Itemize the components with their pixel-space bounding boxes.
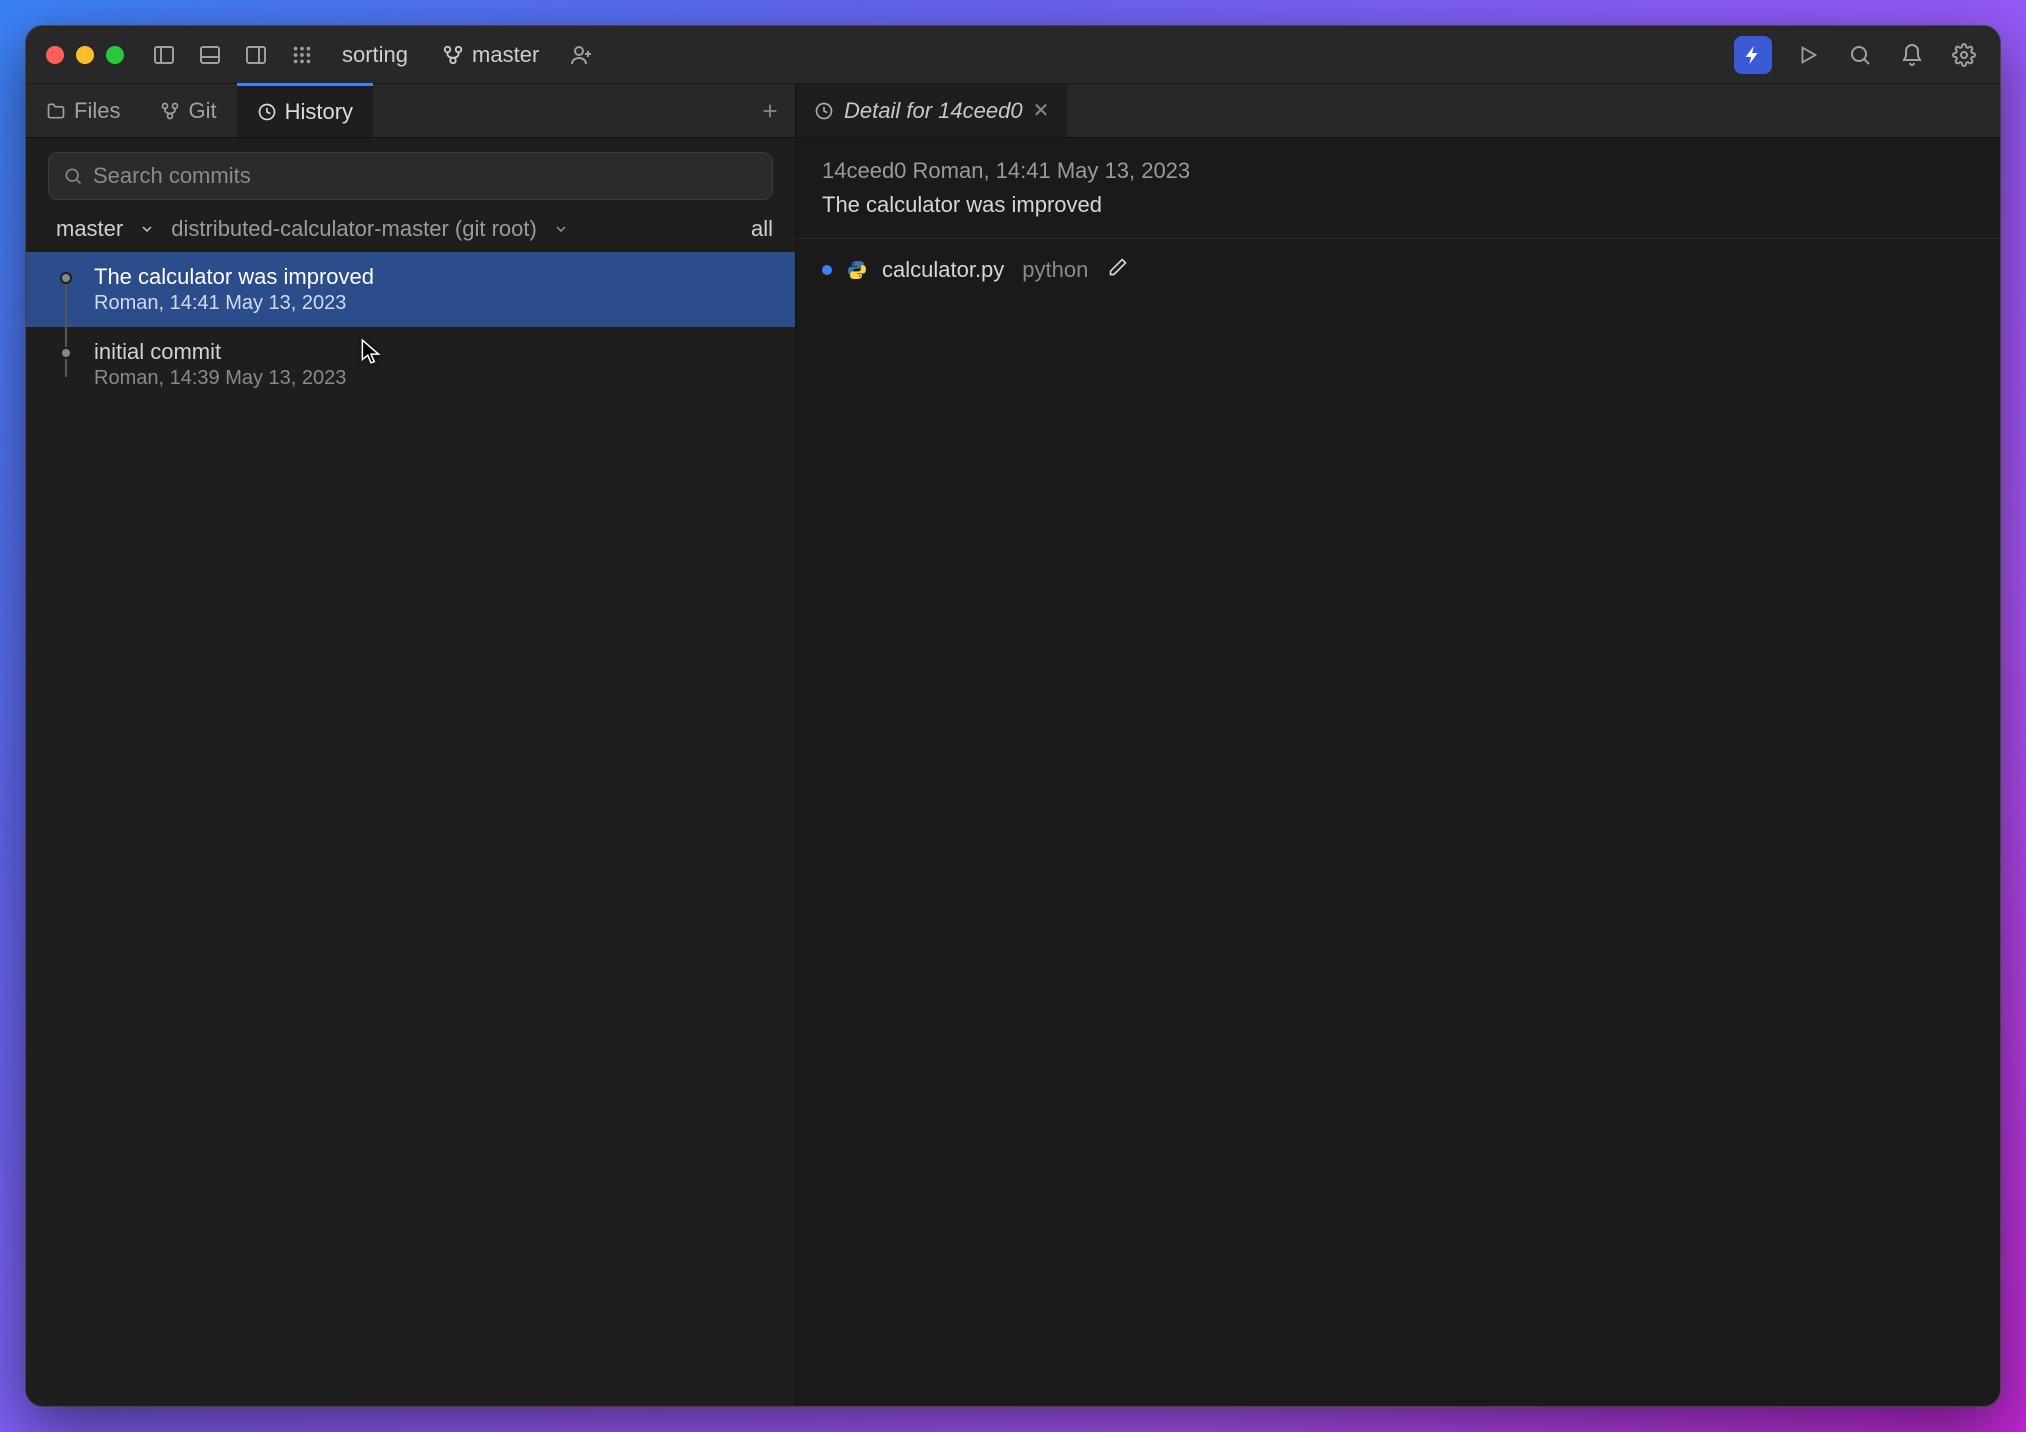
body-split: master distributed-calculator-master (gi… xyxy=(26,138,2000,1406)
tabs-row: Files Git History Detail for 14 xyxy=(26,84,2000,138)
tab-files[interactable]: Files xyxy=(26,84,140,137)
panel-right-icon[interactable] xyxy=(240,39,272,71)
changed-file-row[interactable]: calculator.py python xyxy=(822,257,1974,283)
python-file-icon xyxy=(846,259,868,281)
commit-meta: Roman, 14:41 May 13, 2023 xyxy=(94,292,773,315)
commit-title: initial commit xyxy=(94,339,773,365)
plus-icon xyxy=(759,100,781,122)
commit-item-0[interactable]: The calculator was improved Roman, 14:41… xyxy=(26,252,795,327)
window-maximize[interactable] xyxy=(106,46,124,64)
tab-git[interactable]: Git xyxy=(140,84,236,137)
lightning-icon xyxy=(1742,44,1764,66)
commit-item-1[interactable]: initial commit Roman, 14:39 May 13, 2023 xyxy=(26,327,795,402)
search-commits-box[interactable] xyxy=(48,152,773,200)
editor-tabs: Detail for 14ceed0 ✕ xyxy=(796,84,2000,137)
notifications-icon[interactable] xyxy=(1896,39,1928,71)
detail-hash-line: 14ceed0 Roman, 14:41 May 13, 2023 xyxy=(822,158,1974,184)
git-icon xyxy=(160,101,180,121)
history-icon xyxy=(257,102,277,122)
titlebar-right xyxy=(1734,36,1980,74)
grid-icon[interactable] xyxy=(286,39,318,71)
tab-files-label: Files xyxy=(74,98,120,124)
panel-bottom-icon[interactable] xyxy=(194,39,226,71)
search-icon xyxy=(63,166,83,186)
tab-history-label: History xyxy=(285,99,353,125)
file-folder: python xyxy=(1022,257,1088,283)
file-name: calculator.py xyxy=(882,257,1004,283)
detail-body: calculator.py python xyxy=(796,239,2000,301)
editor-tab-label: Detail for 14ceed0 xyxy=(844,98,1023,124)
commit-node-icon xyxy=(60,272,72,284)
detail-header: 14ceed0 Roman, 14:41 May 13, 2023 The ca… xyxy=(796,138,2000,239)
add-user-icon[interactable] xyxy=(565,39,597,71)
app-window: sorting master xyxy=(25,25,2001,1407)
window-minimize[interactable] xyxy=(76,46,94,64)
ai-assist-button[interactable] xyxy=(1734,36,1772,74)
run-icon[interactable] xyxy=(1792,39,1824,71)
left-tabs: Files Git History xyxy=(26,84,796,137)
settings-icon[interactable] xyxy=(1948,39,1980,71)
add-tab-button[interactable] xyxy=(745,84,795,137)
clock-icon xyxy=(814,101,834,121)
edit-icon[interactable] xyxy=(1108,257,1128,283)
window-close[interactable] xyxy=(46,46,64,64)
commit-detail: 14ceed0 Roman, 14:41 May 13, 2023 The ca… xyxy=(796,138,2000,1406)
commit-list: The calculator was improved Roman, 14:41… xyxy=(26,252,795,1406)
close-icon[interactable]: ✕ xyxy=(1033,98,1050,123)
branch-label: master xyxy=(472,42,539,68)
panel-left-icon[interactable] xyxy=(148,39,180,71)
branch-icon xyxy=(442,44,464,66)
tab-history[interactable]: History xyxy=(237,83,373,137)
project-name[interactable]: sorting xyxy=(342,42,408,68)
filter-row: master distributed-calculator-master (gi… xyxy=(26,206,795,252)
chevron-down-icon[interactable] xyxy=(553,221,569,237)
chevron-down-icon[interactable] xyxy=(139,221,155,237)
modified-marker-icon xyxy=(822,265,832,275)
detail-message: The calculator was improved xyxy=(822,192,1974,218)
editor-tab-detail[interactable]: Detail for 14ceed0 ✕ xyxy=(796,84,1067,137)
search-input[interactable] xyxy=(93,163,758,189)
search-icon[interactable] xyxy=(1844,39,1876,71)
content: Files Git History Detail for 14 xyxy=(26,84,2000,1406)
root-filter[interactable]: distributed-calculator-master (git root) xyxy=(171,216,537,242)
branch-filter[interactable]: master xyxy=(56,216,123,242)
commit-meta: Roman, 14:39 May 13, 2023 xyxy=(94,367,773,390)
filter-all[interactable]: all xyxy=(751,216,773,242)
tab-git-label: Git xyxy=(188,98,216,124)
commit-node-icon xyxy=(60,347,72,359)
history-sidebar: master distributed-calculator-master (gi… xyxy=(26,138,796,1406)
commit-title: The calculator was improved xyxy=(94,264,773,290)
branch-selector[interactable]: master xyxy=(442,42,539,68)
titlebar: sorting master xyxy=(26,26,2000,84)
folder-icon xyxy=(46,101,66,121)
window-controls xyxy=(46,46,124,64)
